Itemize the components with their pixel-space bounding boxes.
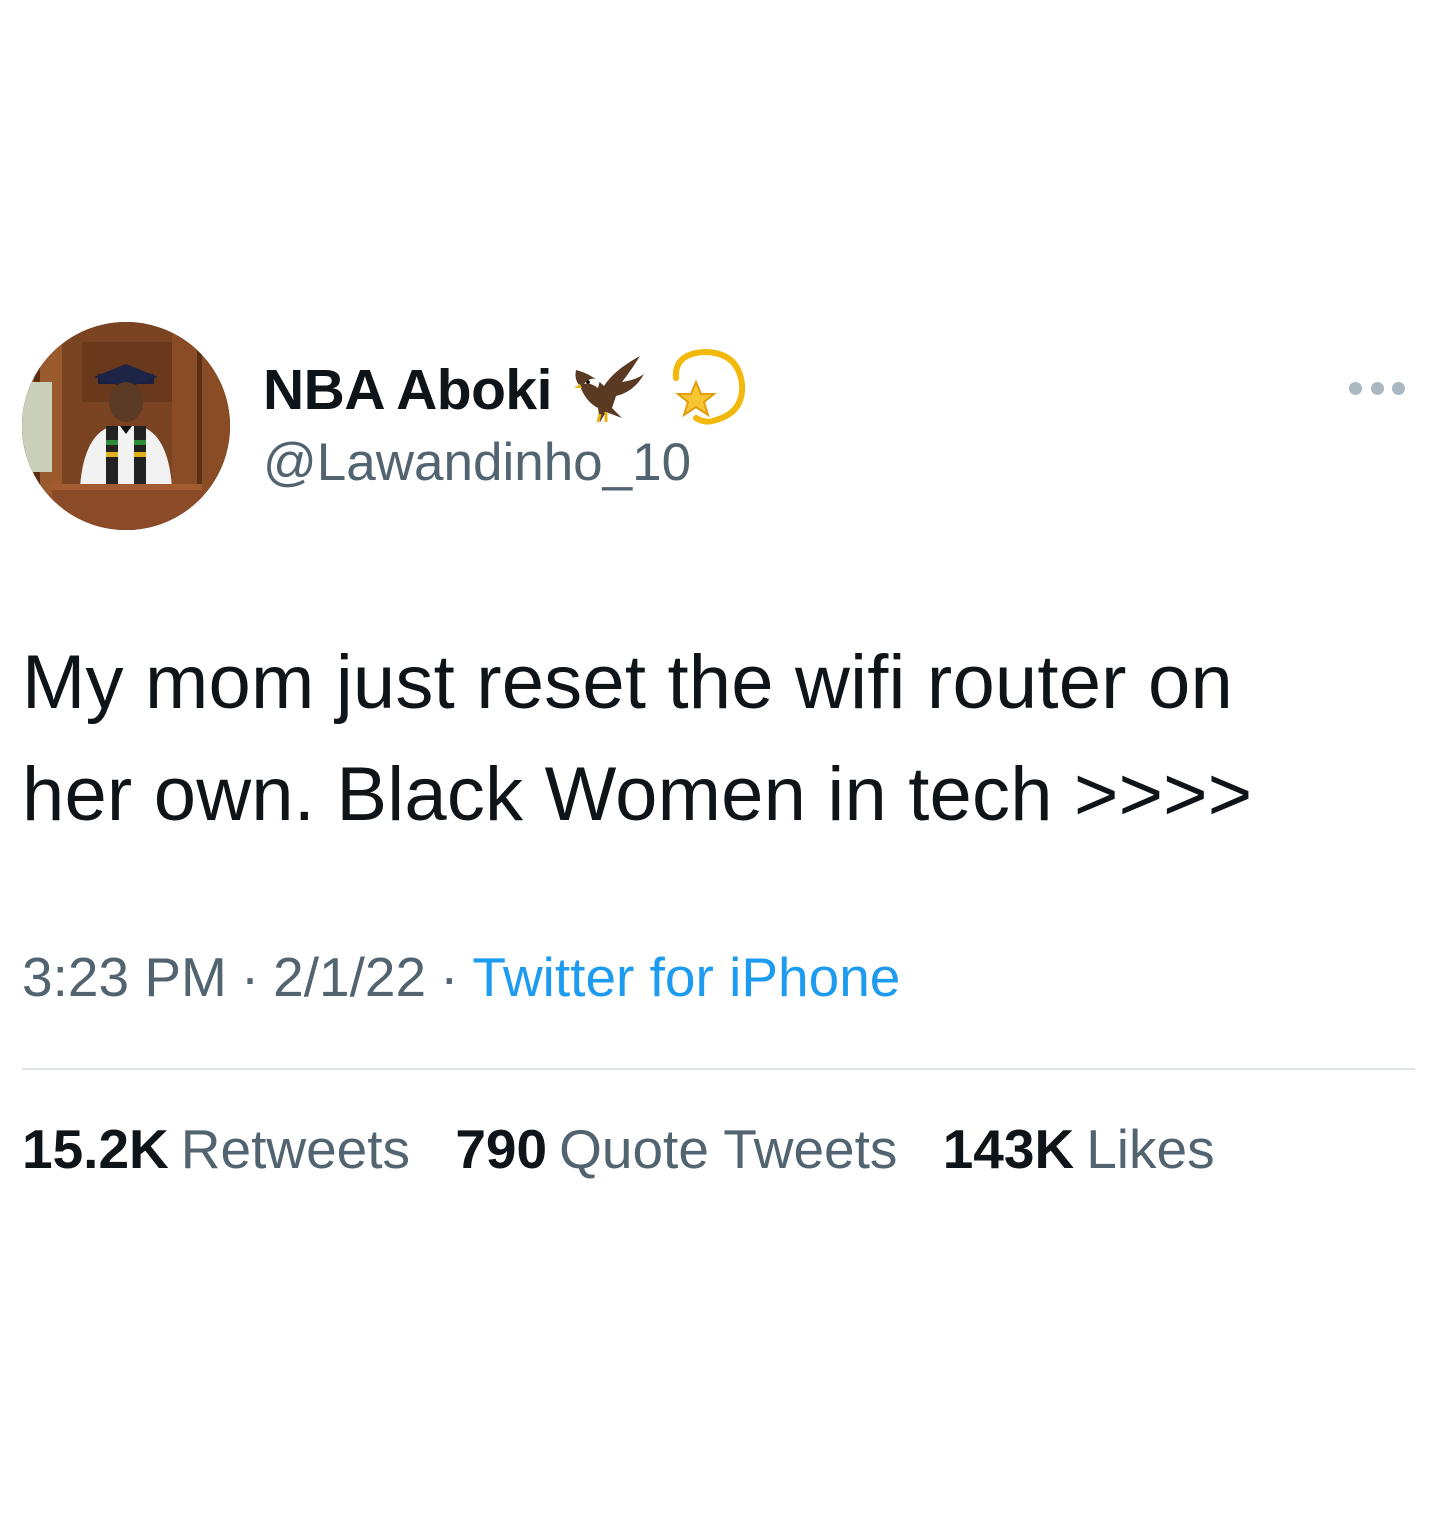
likes-stat[interactable]: 143K Likes: [943, 1118, 1215, 1180]
tweet-meta: 3:23 PM · 2/1/22 · Twitter for iPhone: [22, 945, 900, 1009]
handle[interactable]: @Lawandinho_10: [263, 432, 746, 493]
quote-tweets-count: 790: [455, 1118, 548, 1180]
eagle-icon: [570, 352, 648, 429]
retweets-count: 15.2K: [22, 1118, 169, 1180]
avatar-image: [22, 322, 230, 530]
divider: [22, 1068, 1415, 1070]
meta-separator: ·: [240, 946, 260, 1008]
quote-tweets-label: Quote Tweets: [559, 1118, 898, 1180]
more-dot: [1370, 381, 1384, 395]
quote-tweets-stat[interactable]: 790 Quote Tweets: [455, 1118, 897, 1180]
tweet-card: NBA Aboki @Lawandinho_10 My mom just res…: [22, 322, 1415, 1180]
display-name[interactable]: NBA Aboki: [263, 357, 552, 423]
tweet-author: NBA Aboki @Lawandinho_10: [263, 348, 746, 493]
tweet-source-link[interactable]: Twitter for iPhone: [472, 946, 900, 1008]
meta-separator: ·: [440, 946, 459, 1008]
tweet-stats: 15.2K Retweets 790 Quote Tweets 143K Likes: [22, 1117, 1245, 1181]
tweet-text: My mom just reset the wifi router on her…: [22, 627, 1415, 851]
dizzy-star-icon: [666, 348, 746, 433]
display-name-row: NBA Aboki: [263, 348, 746, 425]
tweet-text-line: My mom just reset the wifi router on: [22, 640, 1233, 725]
likes-count: 143K: [942, 1118, 1075, 1180]
avatar[interactable]: [22, 322, 230, 530]
more-options-icon[interactable]: [1349, 378, 1405, 398]
tweet-header: NBA Aboki @Lawandinho_10: [22, 322, 1415, 532]
tweet-text-line: her own. Black Women in tech >>>>: [22, 752, 1253, 837]
retweets-label: Retweets: [180, 1118, 411, 1180]
likes-label: Likes: [1086, 1118, 1215, 1180]
tweet-time[interactable]: 3:23 PM: [22, 946, 227, 1008]
more-dot: [1349, 381, 1362, 395]
retweets-stat[interactable]: 15.2K Retweets: [22, 1118, 410, 1180]
tweet-date[interactable]: 2/1/22: [273, 946, 426, 1008]
more-dot: [1392, 381, 1405, 395]
